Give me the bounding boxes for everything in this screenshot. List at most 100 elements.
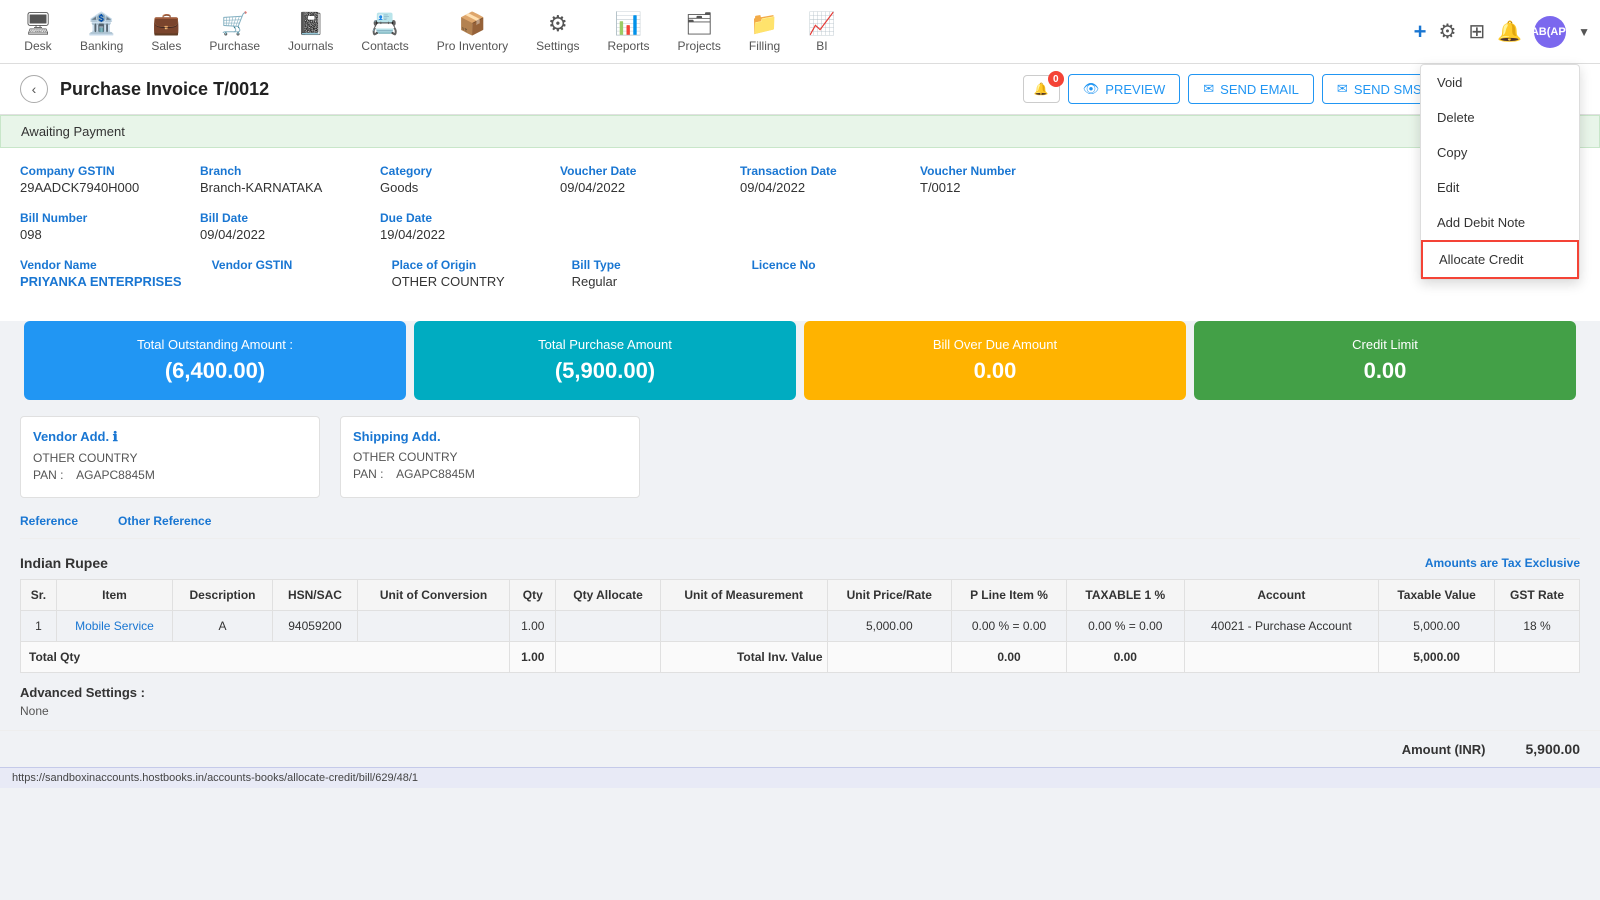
bill-number-field: Bill Number 098 xyxy=(20,211,170,242)
dropdown-item-void[interactable]: Void xyxy=(1421,65,1579,100)
table-currency-label: Indian Rupee xyxy=(20,555,108,571)
shipping-address-title[interactable]: Shipping Add. xyxy=(353,429,627,444)
page-title: Purchase Invoice T/0012 xyxy=(60,79,1023,100)
nav-item-projects[interactable]: 🗂 Projects xyxy=(664,0,735,64)
total-taxable-value: 5,000.00 xyxy=(1379,642,1495,673)
nav-item-reports[interactable]: 📊 Reports xyxy=(594,0,664,64)
cell-qty-allocate xyxy=(556,611,661,642)
dropdown-arrow-icon[interactable]: ▼ xyxy=(1578,25,1590,39)
bill-type-field: Bill Type Regular xyxy=(572,258,722,289)
nav-label-sales: Sales xyxy=(151,39,181,53)
category-label: Category xyxy=(380,164,530,178)
dropdown-item-allocate-credit[interactable]: Allocate Credit xyxy=(1421,240,1579,279)
licence-no-label: Licence No xyxy=(752,258,902,272)
add-button[interactable]: + xyxy=(1414,19,1427,45)
due-date-label: Due Date xyxy=(380,211,530,225)
form-row-2: Bill Number 098 Bill Date 09/04/2022 Due… xyxy=(20,211,1580,242)
nav-label-projects: Projects xyxy=(678,39,721,53)
nav-label-bi: BI xyxy=(816,39,827,53)
advanced-settings-title: Advanced Settings : xyxy=(20,685,1580,700)
col-hsn: HSN/SAC xyxy=(273,580,358,611)
col-description: Description xyxy=(173,580,273,611)
nav-item-filling[interactable]: 📁 Filling xyxy=(735,0,794,64)
col-item: Item xyxy=(56,580,172,611)
voucher-number-label: Voucher Number xyxy=(920,164,1070,178)
gear-icon[interactable]: ⚙ xyxy=(1439,19,1457,44)
bill-type-value: Regular xyxy=(572,274,722,289)
nav-label-reports: Reports xyxy=(608,39,650,53)
nav-label-purchase: Purchase xyxy=(209,39,260,53)
reference-section: Reference Other Reference xyxy=(20,514,1580,539)
col-qty: Qty xyxy=(510,580,556,611)
cell-p-line: 0.00 % = 0.00 xyxy=(952,611,1067,642)
dropdown-item-edit[interactable]: Edit xyxy=(1421,170,1579,205)
back-button[interactable]: ‹ xyxy=(20,75,48,103)
bill-options-dropdown: Void Delete Copy Edit Add Debit Note All… xyxy=(1420,64,1580,280)
amount-footer: Amount (INR) 5,900.00 xyxy=(0,730,1600,767)
bill-overdue-label: Bill Over Due Amount xyxy=(933,337,1057,352)
form-row-3: Vendor Name PRIYANKA ENTERPRISES Vendor … xyxy=(20,258,1580,289)
preview-icon: 👁 xyxy=(1083,81,1100,97)
transaction-date-value: 09/04/2022 xyxy=(740,180,890,195)
dropdown-item-copy[interactable]: Copy xyxy=(1421,135,1579,170)
total-qty-label: Total Qty xyxy=(21,642,510,673)
place-of-origin-field: Place of Origin OTHER COUNTRY xyxy=(392,258,542,289)
transaction-date-label: Transaction Date xyxy=(740,164,890,178)
preview-button[interactable]: 👁 PREVIEW xyxy=(1068,74,1180,104)
url-text: https://sandboxinaccounts.hostbooks.in/a… xyxy=(12,772,418,784)
page-header: ‹ Purchase Invoice T/0012 🔔 0 👁 PREVIEW … xyxy=(0,64,1600,115)
dropdown-item-add-debit-note[interactable]: Add Debit Note xyxy=(1421,205,1579,240)
vendor-address-title[interactable]: Vendor Add. ℹ xyxy=(33,429,307,445)
send-sms-label: SEND SMS xyxy=(1354,82,1422,97)
summary-cards: Total Outstanding Amount : (6,400.00) To… xyxy=(20,321,1580,400)
bell-icon[interactable]: 🔔 xyxy=(1497,19,1522,44)
nav-item-settings[interactable]: ⚙ Settings xyxy=(522,0,593,64)
shipping-country: OTHER COUNTRY xyxy=(353,450,627,464)
purchase-icon: 🛒 xyxy=(221,11,248,37)
cell-unit-price: 5,000.00 xyxy=(827,611,952,642)
advanced-settings-section: Advanced Settings : None xyxy=(0,673,1600,730)
shipping-address-box: Shipping Add. OTHER COUNTRY PAN : AGAPC8… xyxy=(340,416,640,498)
table-header-row: Indian Rupee Amounts are Tax Exclusive xyxy=(20,555,1580,571)
other-reference-field: Other Reference xyxy=(118,514,211,530)
nav-item-bi[interactable]: 📈 BI xyxy=(794,0,849,64)
dropdown-item-delete[interactable]: Delete xyxy=(1421,100,1579,135)
total-outstanding-value: (6,400.00) xyxy=(165,358,265,384)
vendor-gstin-field: Vendor GSTIN xyxy=(212,258,362,289)
user-avatar[interactable]: AB(AP) xyxy=(1534,16,1566,48)
vendor-pan-label: PAN : xyxy=(33,468,63,482)
cell-unit-conversion xyxy=(357,611,509,642)
cell-qty: 1.00 xyxy=(510,611,556,642)
grid-icon[interactable]: ⊞ xyxy=(1468,19,1485,44)
back-arrow-icon: ‹ xyxy=(32,81,37,97)
line-items-table: Sr. Item Description HSN/SAC Unit of Con… xyxy=(20,579,1580,673)
nav-item-sales[interactable]: 💼 Sales xyxy=(137,0,195,64)
nav-item-journals[interactable]: 📓 Journals xyxy=(274,0,347,64)
credit-limit-value: 0.00 xyxy=(1364,358,1407,384)
nav-item-desk[interactable]: 🖥 Desk xyxy=(10,0,66,64)
send-email-button[interactable]: ✉ SEND EMAIL xyxy=(1188,74,1314,104)
col-gst-rate: GST Rate xyxy=(1495,580,1580,611)
send-email-label: SEND EMAIL xyxy=(1220,82,1299,97)
notification-button[interactable]: 🔔 0 xyxy=(1023,75,1060,103)
cell-item[interactable]: Mobile Service xyxy=(56,611,172,642)
table-header: Sr. Item Description HSN/SAC Unit of Con… xyxy=(21,580,1580,611)
bill-number-label: Bill Number xyxy=(20,211,170,225)
nav-item-purchase[interactable]: 🛒 Purchase xyxy=(195,0,274,64)
company-gstin-value: 29AADCK7940H000 xyxy=(20,180,170,195)
nav-item-pro-inventory[interactable]: 📦 Pro Inventory xyxy=(423,0,522,64)
sales-icon: 💼 xyxy=(153,11,180,37)
preview-label: PREVIEW xyxy=(1105,82,1165,97)
total-purchase-card: Total Purchase Amount (5,900.00) xyxy=(414,321,796,400)
category-field: Category Goods xyxy=(380,164,530,195)
shipping-pan: PAN : AGAPC8845M xyxy=(353,467,627,481)
nav-item-banking[interactable]: 🏦 Banking xyxy=(66,0,137,64)
nav-item-contacts[interactable]: 📇 Contacts xyxy=(347,0,422,64)
col-taxable1: TAXABLE 1 % xyxy=(1067,580,1184,611)
total-purchase-label: Total Purchase Amount xyxy=(538,337,672,352)
cell-taxable1: 0.00 % = 0.00 xyxy=(1067,611,1184,642)
filling-icon: 📁 xyxy=(751,11,778,37)
cell-gst-rate: 18 % xyxy=(1495,611,1580,642)
invoice-form: Company GSTIN 29AADCK7940H000 Branch Bra… xyxy=(0,148,1600,321)
notification-icon: 🔔 xyxy=(1034,82,1049,96)
